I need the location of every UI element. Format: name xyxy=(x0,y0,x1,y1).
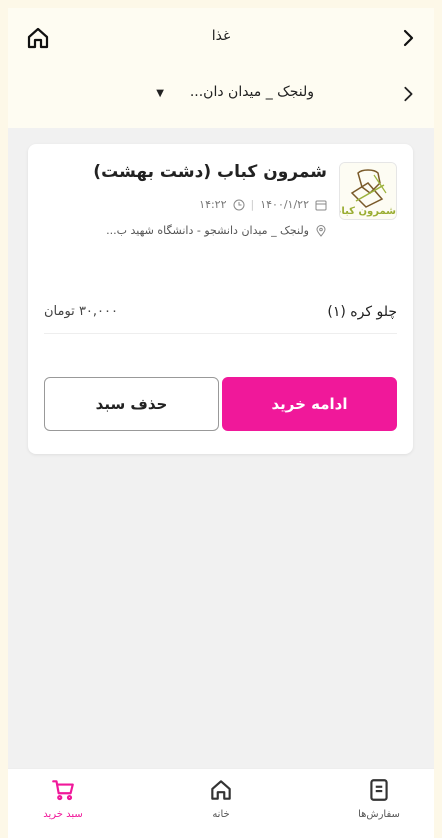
header: غذا ▼ ولنجک _ میدان دان... xyxy=(8,8,434,128)
address-text: ولنجک _ میدان دانشجو - دانشگاه شهید ب... xyxy=(106,224,309,237)
restaurant-logo: شمرون کباب xyxy=(339,162,397,220)
delete-cart-button[interactable]: حذف سبد xyxy=(44,377,219,431)
nav-item-cart[interactable]: سبد خرید xyxy=(18,777,108,833)
home-nav-icon xyxy=(211,780,231,800)
nav-item-orders[interactable]: سفارش‌ها xyxy=(334,777,424,833)
page-title: غذا xyxy=(211,28,231,44)
bottom-nav: سبد خرید خانه سفارش‌ها xyxy=(8,768,434,838)
cart-card: شمرون کباب شمرون کباب (دشت بهشت) ۱۴۰۰/۱/… xyxy=(28,144,413,454)
item-name: چلو کره (۱) xyxy=(327,304,397,320)
nav-label-home: خانه xyxy=(212,809,230,820)
nav-label-orders: سفارش‌ها xyxy=(358,809,400,820)
meta-separator: | xyxy=(250,198,255,211)
cart-icon xyxy=(52,780,74,801)
location-label: ولنجک _ میدان دان... xyxy=(189,84,314,100)
top-bar: غذا xyxy=(8,18,434,62)
list-item: چلو کره (۱) ۳۰,۰۰۰ تومان xyxy=(44,304,397,334)
nav-item-home[interactable]: خانه xyxy=(176,777,266,833)
continue-shopping-button[interactable]: ادامه خرید xyxy=(222,377,397,431)
order-date: ۱۴۰۰/۱/۲۲ xyxy=(260,198,309,211)
order-address: ولنجک _ میدان دانشجو - دانشگاه شهید ب... xyxy=(106,224,327,237)
nav-label-cart: سبد خرید xyxy=(43,809,83,820)
app-frame: غذا ▼ ولنجک _ میدان دان... شمرون کبا شمر… xyxy=(8,8,434,838)
order-datetime: ۱۴۰۰/۱/۲۲ | ۱۴:۲۲ xyxy=(199,198,327,211)
order-time: ۱۴:۲۲ xyxy=(199,198,227,211)
calendar-icon xyxy=(315,200,327,210)
location-chevron-icon[interactable] xyxy=(394,80,422,108)
item-price: ۳۰,۰۰۰ تومان xyxy=(44,304,118,319)
caret-down-icon: ▼ xyxy=(156,88,164,99)
receipt-icon xyxy=(370,779,388,801)
restaurant-name: شمرون کباب (دشت بهشت) xyxy=(93,162,327,182)
location-selector[interactable]: ▼ ولنجک _ میدان دان... xyxy=(8,78,434,112)
back-chevron-icon[interactable] xyxy=(394,24,422,52)
clock-icon xyxy=(233,199,244,210)
location-pin-icon xyxy=(316,224,326,237)
